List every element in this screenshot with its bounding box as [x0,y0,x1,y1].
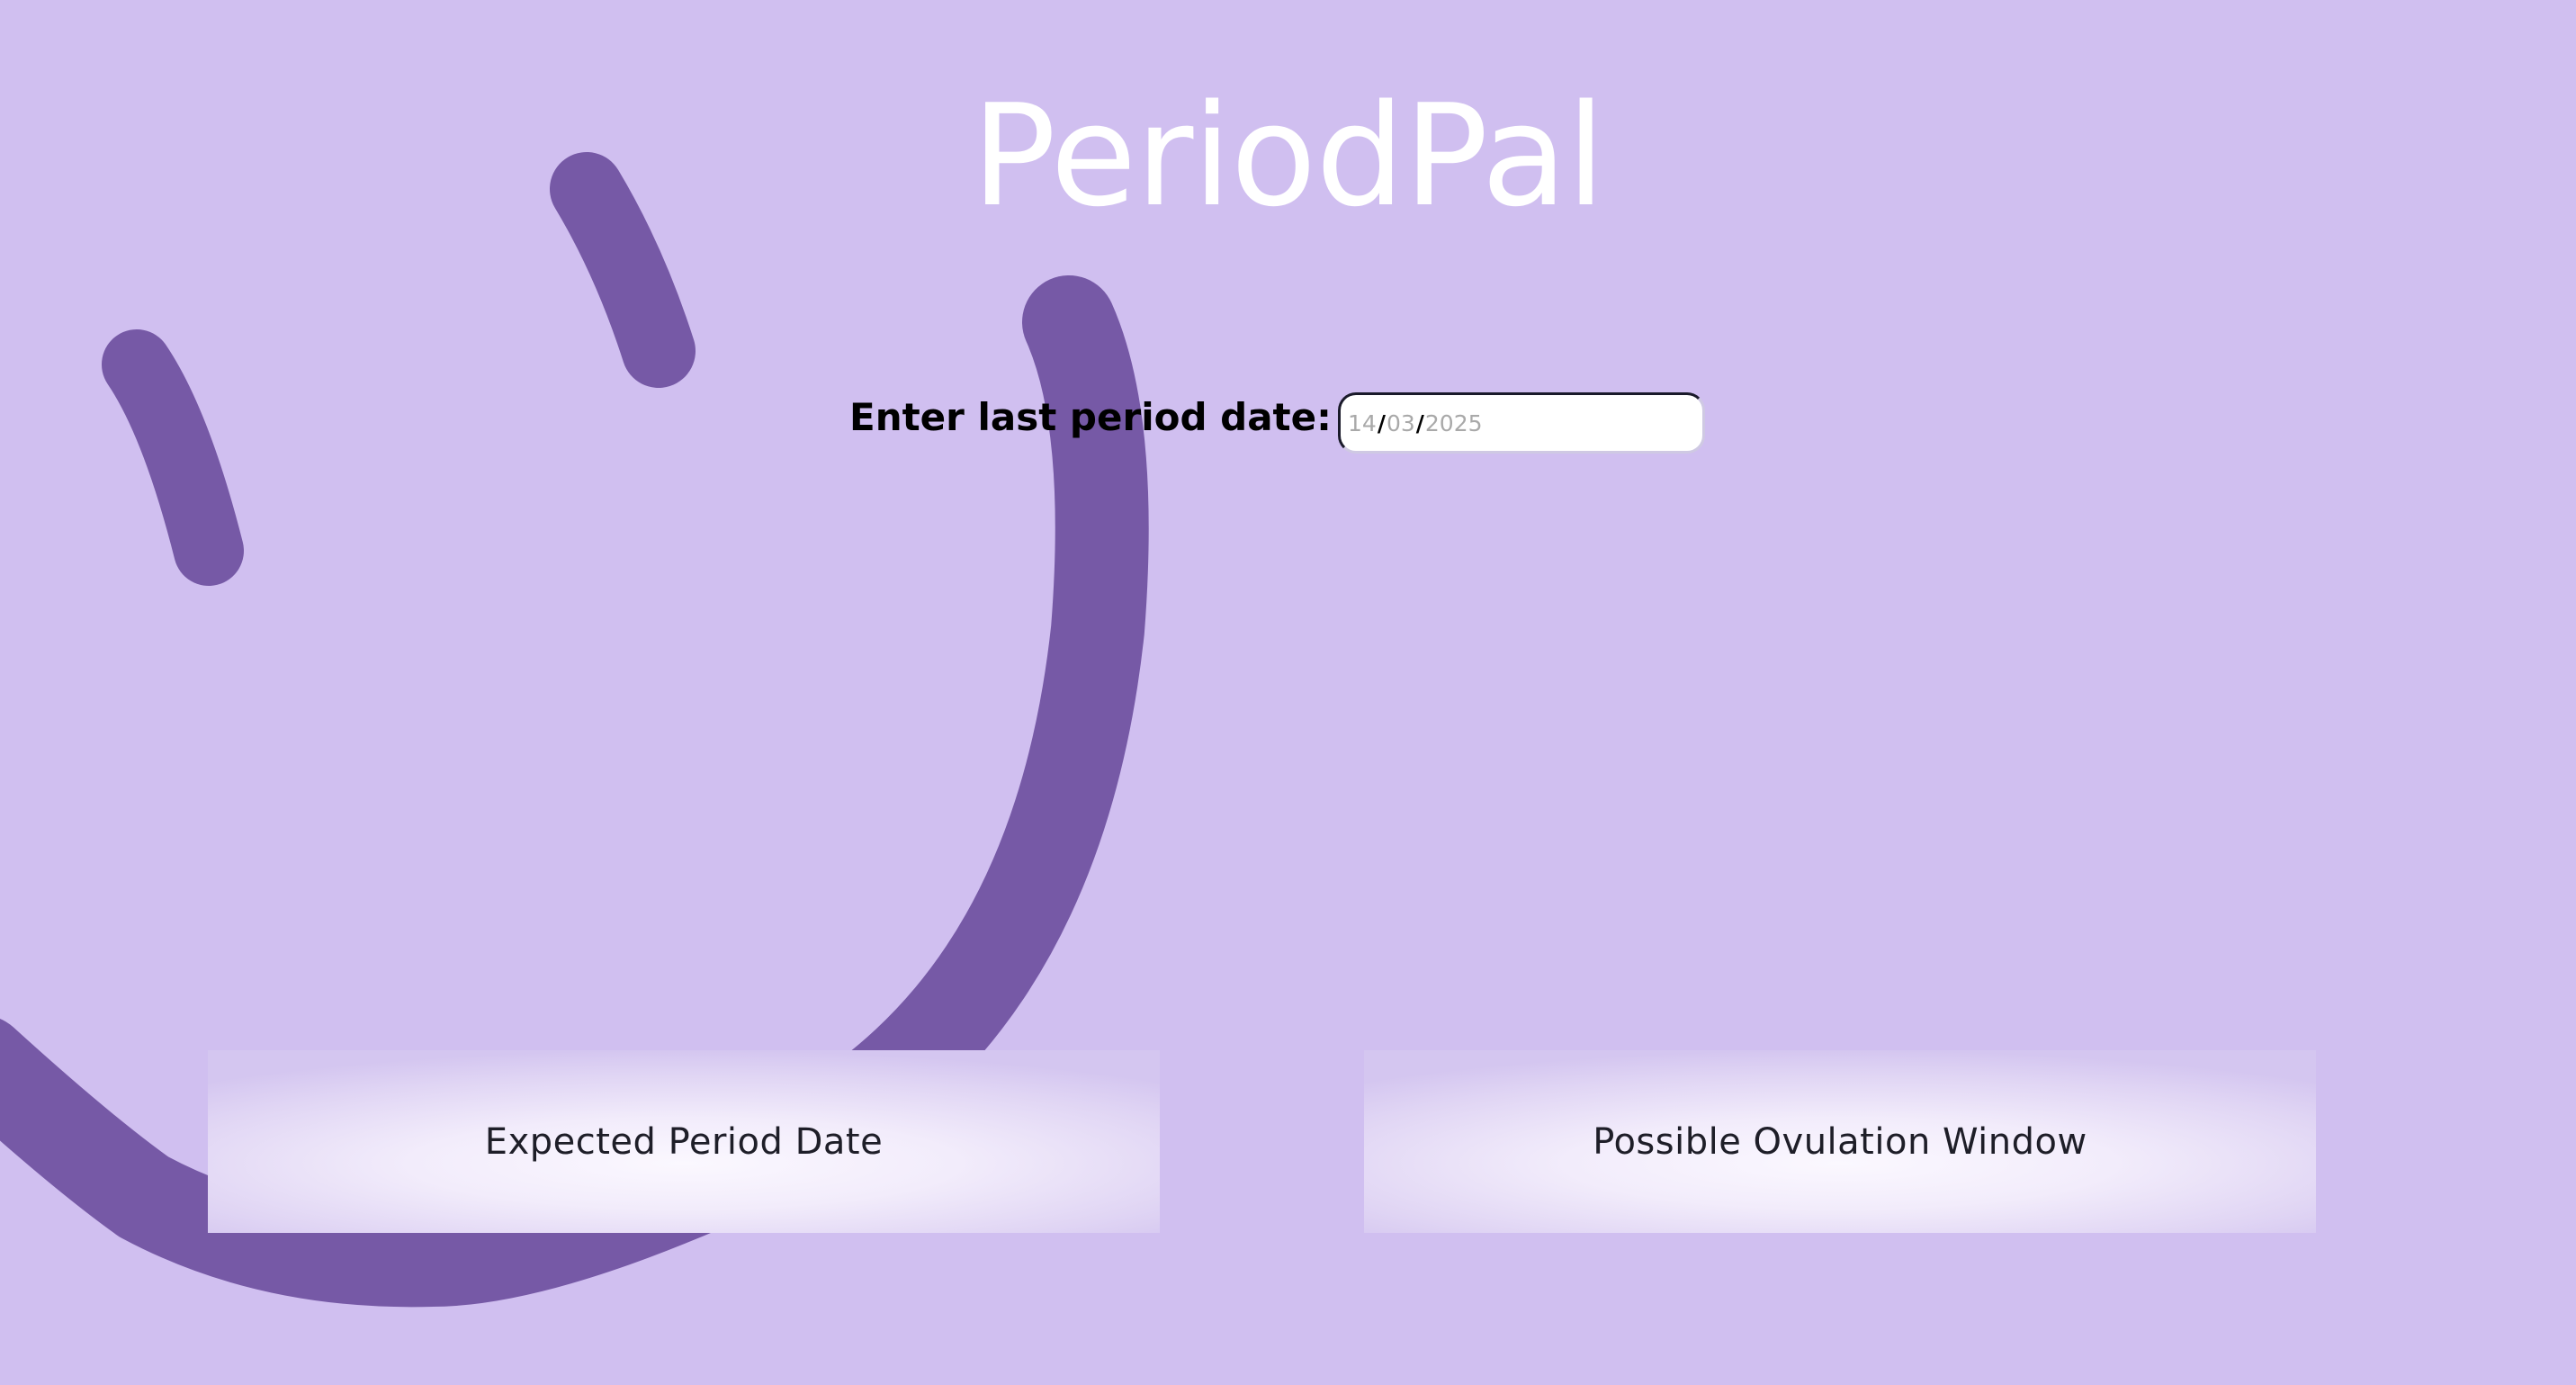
date-year-field[interactable]: 2025 [1425,410,1483,436]
date-input-row: Enter last period date: 14 / 03 / 2025 [0,389,2576,461]
expected-period-date-card[interactable]: Expected Period Date [208,1050,1160,1233]
last-period-date-label: Enter last period date: [849,395,1332,439]
last-period-date-input[interactable]: 14 / 03 / 2025 [1338,392,1705,454]
date-separator: / [1377,409,1386,436]
date-month-field[interactable]: 03 [1387,410,1415,436]
expected-period-date-label: Expected Period Date [484,1120,884,1163]
date-day-field[interactable]: 14 [1348,410,1377,436]
app-title: PeriodPal [971,74,1605,238]
date-separator: / [1415,409,1424,436]
app-page: PeriodPal Enter last period date: 14 / 0… [0,0,2576,1385]
ovulation-window-label: Possible Ovulation Window [1593,1120,2087,1163]
ovulation-window-card[interactable]: Possible Ovulation Window [1364,1050,2316,1233]
